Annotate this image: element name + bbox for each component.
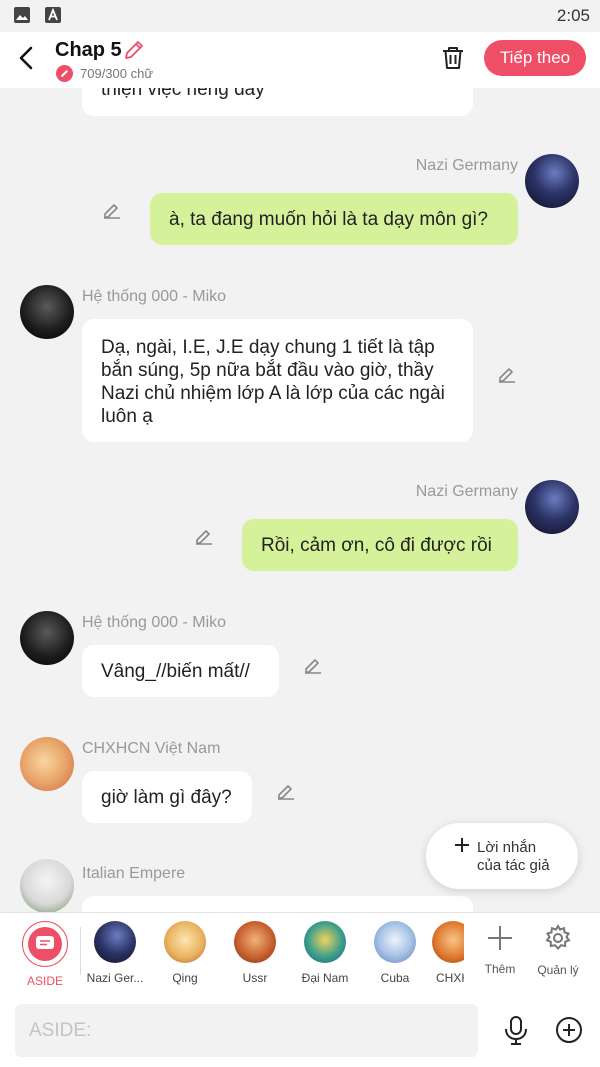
trash-icon[interactable] xyxy=(440,45,466,71)
avatar xyxy=(374,921,416,963)
avatar xyxy=(164,921,206,963)
message-bubble[interactable]: giờ làm gì đây? xyxy=(82,771,252,823)
microphone-icon[interactable] xyxy=(502,1015,530,1045)
character-name: Đại Nam xyxy=(301,971,349,985)
message-text: giờ làm gì đây? xyxy=(101,787,232,808)
character-name: Nazi Ger... xyxy=(86,971,144,985)
character-name: Qing xyxy=(172,971,198,985)
avatar xyxy=(432,921,464,963)
input-bar xyxy=(0,994,600,1067)
manage-label: Quản lý xyxy=(537,963,579,977)
avatar xyxy=(20,737,74,791)
edit-icon[interactable] xyxy=(101,199,123,221)
next-button[interactable]: Tiếp theo xyxy=(484,40,586,76)
sender-name: Hệ thống 000 - Miko xyxy=(82,288,227,305)
clock: 2:05 xyxy=(556,6,590,25)
author-note-line2: của tác giả xyxy=(477,857,550,874)
message-text: Vâng_//biến mất// xyxy=(101,661,250,682)
author-note-label: Lời nhắn của tác giả xyxy=(477,839,550,875)
chat-bubble-icon xyxy=(36,936,54,949)
gear-icon xyxy=(545,923,571,950)
character-nazi-germany[interactable]: Nazi Ger... xyxy=(85,921,145,985)
message-bubble[interactable]: Dạ, ngài, I.E, J.E dạy chung 1 tiết là t… xyxy=(82,319,473,442)
back-arrow-icon[interactable] xyxy=(14,44,42,72)
message-bubble[interactable]: Vâng_//biến mất// xyxy=(82,645,279,697)
divider xyxy=(80,927,81,975)
aside-avatar xyxy=(22,921,68,967)
character-name: ASIDE xyxy=(26,974,63,988)
image-icon xyxy=(14,7,30,23)
page-title: Chap 5 xyxy=(55,39,122,61)
character-ussr[interactable]: Ussr xyxy=(225,921,285,985)
message-input[interactable] xyxy=(15,1004,478,1057)
character-qing[interactable]: Qing xyxy=(155,921,215,985)
add-circle-icon[interactable] xyxy=(555,1016,583,1044)
chat-area[interactable]: thiện việc riêng đây Nazi Germany à, ta … xyxy=(0,88,600,912)
character-cuba[interactable]: Cuba xyxy=(365,921,425,985)
message-bubble[interactable]: thiện việc riêng đây xyxy=(82,88,473,116)
avatar xyxy=(234,921,276,963)
message-text: Dạ, ngài, I.E, J.E dạy chung 1 tiết là t… xyxy=(101,337,445,427)
pencil-badge-icon xyxy=(56,65,73,82)
edit-icon[interactable] xyxy=(496,363,518,385)
avatar xyxy=(94,921,136,963)
edit-icon[interactable] xyxy=(193,525,215,547)
manage-characters-button[interactable]: Quản lý xyxy=(528,921,588,977)
edit-icon[interactable] xyxy=(302,654,324,676)
word-count: 709/300 chữ xyxy=(56,65,153,82)
sender-name: Nazi Germany xyxy=(415,483,518,500)
sender-name: Nazi Germany xyxy=(415,157,518,174)
character-dai-nam[interactable]: Đại Nam xyxy=(295,921,355,985)
word-count-text: 709/300 chữ xyxy=(80,66,154,81)
sender-name: Hệ thống 000 - Miko xyxy=(82,614,227,631)
avatar xyxy=(525,480,579,534)
message-text: à, ta đang muốn hỏi là ta dạy môn gì? xyxy=(169,209,488,230)
a-icon xyxy=(45,7,61,23)
add-character-button[interactable]: Thêm xyxy=(470,921,530,976)
message-text: Rồi, cảm ơn, cô đi được rồi xyxy=(261,535,492,556)
character-aside[interactable]: ASIDE xyxy=(15,921,75,988)
pencil-icon[interactable] xyxy=(122,38,146,62)
author-note-button[interactable]: Lời nhắn của tác giả xyxy=(426,823,578,889)
status-bar: 2:05 xyxy=(0,0,600,32)
message-text: thiện việc riêng đây xyxy=(101,88,265,100)
add-label: Thêm xyxy=(484,962,516,976)
sender-name: CHXHCN Việt Nam xyxy=(82,740,221,757)
character-name: CHXH xyxy=(436,971,464,985)
message-bubble[interactable]: Rồi, cảm ơn, cô đi được rồi xyxy=(242,519,518,571)
app-bar: Chap 5 709/300 chữ Tiếp theo xyxy=(0,32,600,88)
plus-icon xyxy=(455,838,469,852)
avatar xyxy=(525,154,579,208)
avatar xyxy=(20,285,74,339)
character-name: Ussr xyxy=(242,971,268,985)
plus-icon xyxy=(488,926,512,950)
edit-icon[interactable] xyxy=(275,780,297,802)
character-chxh[interactable]: CHXH xyxy=(432,921,464,985)
character-bar: ASIDE Nazi Ger... Qing Ussr Đại Nam Cuba… xyxy=(0,912,600,995)
message-bubble[interactable] xyxy=(82,896,473,912)
avatar xyxy=(304,921,346,963)
author-note-line1: Lời nhắn xyxy=(477,839,537,856)
character-name: Cuba xyxy=(380,971,410,985)
avatar xyxy=(20,859,74,912)
message-bubble[interactable]: à, ta đang muốn hỏi là ta dạy môn gì? xyxy=(150,193,518,245)
avatar xyxy=(20,611,74,665)
sender-name: Italian Empere xyxy=(82,865,186,882)
